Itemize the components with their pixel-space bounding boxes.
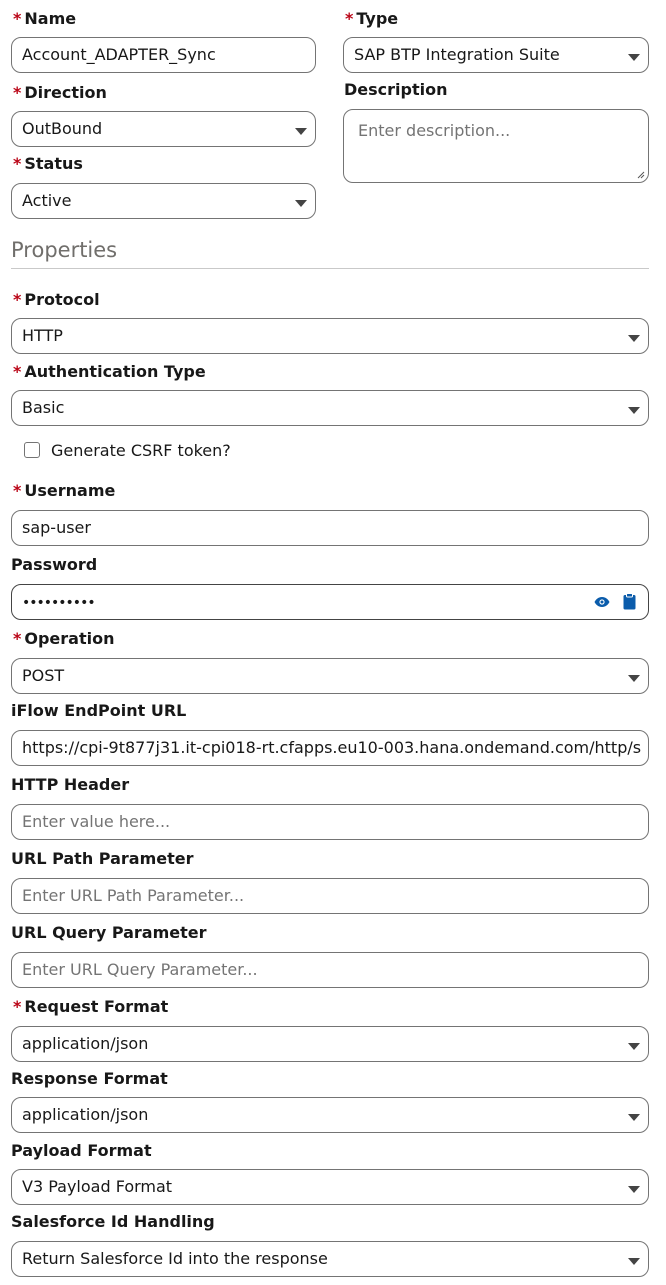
clipboard-icon[interactable]	[623, 593, 636, 610]
direction-label-text: Direction	[24, 83, 107, 102]
password-input[interactable]: ••••••••••	[11, 584, 649, 620]
sf-id-handling-label: Salesforce Id Handling	[11, 1212, 215, 1231]
properties-heading: Properties	[11, 238, 118, 262]
required-marker: *	[13, 9, 22, 28]
required-marker: *	[13, 629, 22, 648]
status-label: * Status	[13, 154, 83, 174]
csrf-checkbox[interactable]	[24, 442, 40, 458]
chevron-down-icon	[628, 1186, 640, 1193]
chevron-down-icon	[628, 335, 640, 342]
chevron-down-icon	[628, 675, 640, 682]
resize-grip-icon[interactable]	[637, 171, 645, 179]
description-placeholder: Enter description...	[358, 121, 511, 140]
required-marker: *	[345, 9, 354, 28]
url-path-input[interactable]: Enter URL Path Parameter...	[11, 878, 649, 914]
chevron-down-icon	[628, 1043, 640, 1050]
status-select-value: Active	[22, 191, 72, 210]
sf-id-handling-select[interactable]: Return Salesforce Id into the response	[11, 1241, 649, 1277]
protocol-label: * Protocol	[13, 290, 100, 310]
password-value: ••••••••••	[22, 595, 96, 611]
name-label: * Name	[13, 9, 76, 29]
protocol-select[interactable]: HTTP	[11, 318, 649, 354]
request-format-label: * Request Format	[13, 997, 168, 1017]
auth-type-select[interactable]: Basic	[11, 390, 649, 426]
type-select-value: SAP BTP Integration Suite	[354, 45, 560, 64]
direction-select-value: OutBound	[22, 119, 103, 138]
request-format-select-value: application/json	[22, 1034, 149, 1053]
response-format-select-value: application/json	[22, 1105, 149, 1124]
section-divider	[11, 268, 649, 269]
chevron-down-icon	[628, 1258, 640, 1265]
csrf-checkbox-label[interactable]: Generate CSRF token?	[51, 441, 231, 460]
chevron-down-icon	[295, 128, 307, 135]
csrf-checkbox-row[interactable]: Generate CSRF token?	[24, 439, 231, 461]
username-label-text: Username	[24, 481, 116, 500]
type-label: * Type	[345, 9, 398, 29]
auth-type-label-text: Authentication Type	[24, 362, 206, 381]
http-header-input[interactable]: Enter value here...	[11, 804, 649, 840]
required-marker: *	[13, 362, 22, 381]
chevron-down-icon	[628, 1114, 640, 1121]
direction-select[interactable]: OutBound	[11, 111, 316, 147]
payload-format-label: Payload Format	[11, 1141, 152, 1160]
auth-type-label: * Authentication Type	[13, 362, 206, 382]
required-marker: *	[13, 154, 22, 173]
username-label: * Username	[13, 481, 115, 501]
url-query-input[interactable]: Enter URL Query Parameter...	[11, 952, 649, 988]
url-query-label: URL Query Parameter	[11, 923, 207, 942]
name-label-text: Name	[24, 9, 77, 28]
operation-select[interactable]: POST	[11, 658, 649, 694]
username-input[interactable]: sap-user	[11, 510, 649, 546]
http-header-label: HTTP Header	[11, 775, 130, 794]
status-label-text: Status	[24, 154, 83, 173]
request-format-select[interactable]: application/json	[11, 1026, 649, 1062]
payload-format-select[interactable]: V3 Payload Format	[11, 1169, 649, 1205]
protocol-select-value: HTTP	[22, 326, 63, 345]
payload-format-select-value: V3 Payload Format	[22, 1177, 173, 1196]
response-format-label: Response Format	[11, 1069, 168, 1088]
request-format-label-text: Request Format	[24, 997, 169, 1016]
endpoint-url-input[interactable]: https://cpi-9t877j31.it-cpi018-rt.cfapps…	[11, 730, 649, 766]
required-marker: *	[13, 481, 22, 500]
password-label: Password	[11, 555, 98, 574]
auth-type-select-value: Basic	[22, 398, 65, 417]
chevron-down-icon	[628, 54, 640, 61]
operation-label-text: Operation	[24, 629, 115, 648]
type-label-text: Type	[356, 9, 399, 28]
direction-label: * Direction	[13, 83, 107, 103]
type-select[interactable]: SAP BTP Integration Suite	[343, 37, 649, 73]
url-path-label: URL Path Parameter	[11, 849, 194, 868]
required-marker: *	[13, 83, 22, 102]
eye-icon[interactable]	[594, 596, 610, 608]
description-textarea[interactable]: Enter description...	[343, 109, 649, 183]
chevron-down-icon	[295, 200, 307, 207]
protocol-label-text: Protocol	[24, 290, 100, 309]
required-marker: *	[13, 290, 22, 309]
chevron-down-icon	[628, 407, 640, 414]
endpoint-url-label: iFlow EndPoint URL	[11, 701, 187, 720]
response-format-select[interactable]: application/json	[11, 1097, 649, 1133]
operation-select-value: POST	[22, 666, 65, 685]
description-label: Description	[344, 80, 448, 99]
name-input[interactable]: Account_ADAPTER_Sync	[11, 37, 316, 73]
status-select[interactable]: Active	[11, 183, 316, 219]
required-marker: *	[13, 997, 22, 1016]
operation-label: * Operation	[13, 629, 114, 649]
sf-id-handling-select-value: Return Salesforce Id into the response	[22, 1249, 328, 1268]
